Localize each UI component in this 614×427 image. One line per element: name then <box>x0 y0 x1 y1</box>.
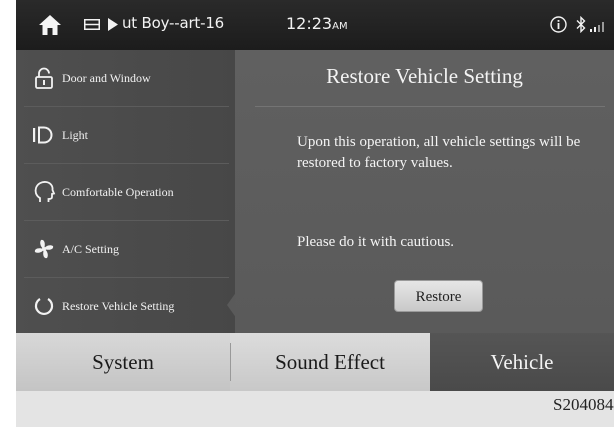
sidebar-item-label: Light <box>62 128 88 142</box>
status-bar: ut Boy--art-16 12:23AM <box>16 0 614 50</box>
sidebar-item-ac-setting[interactable]: A/C Setting <box>16 221 235 277</box>
info-icon[interactable] <box>550 16 567 33</box>
caution-message: Please do it with cautious. <box>297 234 455 250</box>
head-icon <box>34 181 56 202</box>
fan-icon <box>34 239 54 259</box>
now-playing-track: ut Boy--art-16 <box>122 14 225 32</box>
bottom-tab-bar: System Sound Effect Vehicle <box>16 333 614 391</box>
sidebar-item-light[interactable]: Light <box>16 107 235 163</box>
tab-divider <box>230 343 231 381</box>
restore-warning-message: Upon this operation, all vehicle setting… <box>297 134 581 171</box>
sidebar-item-comfortable-operation[interactable]: Comfortable Operation <box>16 164 235 220</box>
panel-divider <box>255 106 605 107</box>
sidebar-item-label: A/C Setting <box>62 242 120 256</box>
sidebar-item-door-and-window[interactable]: Door and Window <box>16 50 235 106</box>
restore-icon <box>34 298 54 316</box>
signal-icon <box>590 22 604 32</box>
light-icon <box>33 126 53 144</box>
sidebar-item-label: Comfortable Operation <box>62 185 174 199</box>
play-icon[interactable] <box>108 18 118 31</box>
media-icon <box>84 19 100 30</box>
sidebar-item-label: Restore Vehicle Setting <box>62 299 175 313</box>
bluetooth-icon <box>576 16 586 33</box>
figure-code: S2040844 <box>553 395 614 414</box>
restore-button[interactable]: Restore <box>394 280 483 312</box>
clock-ampm: AM <box>332 21 348 32</box>
tab-vehicle[interactable]: Vehicle <box>430 333 614 391</box>
clock-time: 12:23 <box>286 14 333 33</box>
figure-footer: S2040844 <box>16 391 614 427</box>
sidebar-item-label: Door and Window <box>62 71 151 85</box>
restore-panel: Restore Vehicle Setting Upon this operat… <box>235 50 614 333</box>
sidebar-item-restore-vehicle-setting[interactable]: Restore Vehicle Setting <box>16 278 235 334</box>
head-unit-screen: ut Boy--art-16 12:23AM Door and Window L… <box>16 0 614 427</box>
home-icon[interactable] <box>38 14 62 36</box>
panel-title: Restore Vehicle Setting <box>326 64 523 88</box>
tab-system[interactable]: System <box>16 333 230 391</box>
tab-sound-effect[interactable]: Sound Effect <box>230 333 430 391</box>
clock: 12:23AM <box>286 14 348 33</box>
settings-sidebar: Door and Window Light Comfortable Operat… <box>16 50 237 334</box>
door-lock-icon <box>35 67 53 89</box>
